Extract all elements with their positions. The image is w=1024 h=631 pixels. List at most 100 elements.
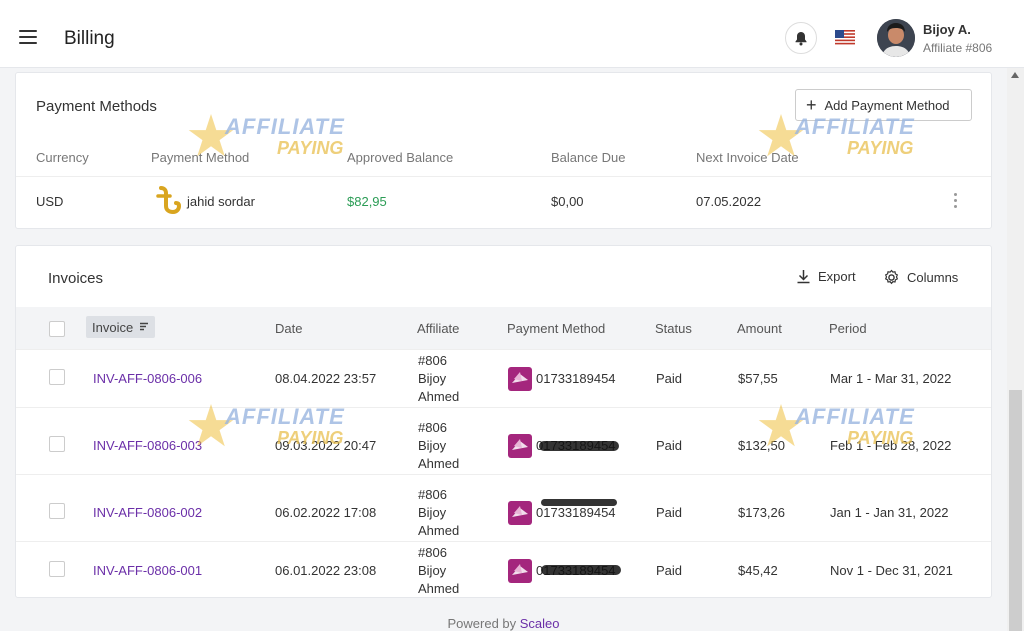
invoice-amount: $45,42: [738, 563, 778, 578]
affiliate-last-name: Ahmed: [418, 523, 460, 538]
bkash-icon: [508, 501, 532, 525]
export-button[interactable]: Export: [796, 269, 856, 284]
sort-invoice-header[interactable]: Invoice: [86, 316, 156, 338]
invoice-link[interactable]: INV-AFF-0806-006: [93, 371, 202, 386]
invoice-amount: $173,26: [738, 505, 785, 520]
payment-method-name: jahid sordar: [187, 194, 255, 209]
redaction-scribble: [541, 565, 621, 575]
us-flag-icon[interactable]: [835, 30, 855, 45]
header-amount[interactable]: Amount: [737, 321, 782, 336]
col-approved-balance: Approved Balance: [347, 150, 454, 165]
affiliate-cell: #806 Bijoy Ahmed: [418, 419, 459, 473]
affiliate-first-name: Bijoy: [418, 505, 447, 520]
taka-icon: [156, 186, 182, 215]
columns-label: Columns: [907, 270, 959, 285]
invoice-date: 06.01.2022 23:08: [275, 563, 377, 578]
download-icon: [797, 270, 810, 284]
header-invoice: Invoice: [92, 319, 134, 335]
columns-button[interactable]: Columns: [883, 269, 958, 286]
bkash-icon: [508, 434, 532, 458]
invoice-period: Jan 1 - Jan 31, 2022: [830, 505, 949, 520]
approved-balance-value: $82,95: [347, 194, 387, 209]
invoice-amount: $57,55: [738, 371, 778, 386]
header-payment-method[interactable]: Payment Method: [507, 321, 605, 336]
affiliate-id: #806: [418, 545, 447, 560]
invoices-title: Invoices: [48, 270, 104, 287]
row-checkbox[interactable]: [49, 369, 65, 385]
avatar[interactable]: [877, 19, 915, 57]
redaction-scribble: [541, 499, 617, 506]
status-badge: Paid: [656, 505, 683, 520]
footer-prefix: Powered by: [447, 616, 517, 631]
invoice-period: Nov 1 - Dec 31, 2021: [830, 563, 953, 578]
more-options-icon[interactable]: [954, 193, 958, 211]
bkash-icon: [508, 559, 532, 583]
header-affiliate[interactable]: Affiliate: [417, 321, 459, 336]
user-name[interactable]: Bijoy A.: [923, 22, 971, 37]
header-status[interactable]: Status: [655, 321, 692, 336]
col-balance-due: Balance Due: [551, 150, 626, 165]
page-title: Billing: [64, 28, 115, 49]
header-date[interactable]: Date: [275, 321, 302, 336]
table-header: Invoice Date Affiliate Payment Method St…: [16, 307, 991, 349]
export-label: Export: [818, 269, 856, 284]
status-badge: Paid: [656, 371, 683, 386]
scaleo-link[interactable]: Scaleo: [520, 616, 560, 631]
invoice-period: Feb 1 - Feb 28, 2022: [830, 438, 952, 453]
payment-number: 01733189454: [536, 505, 616, 520]
affiliate-last-name: Ahmed: [418, 581, 460, 596]
table-row[interactable]: INV-AFF-0806-002 06.02.2022 17:08 #806 B…: [16, 474, 991, 541]
scroll-up-arrow-icon[interactable]: [1011, 72, 1019, 78]
payment-methods-card: Payment Methods + Add Payment Method Cur…: [15, 72, 992, 229]
sort-icon: [140, 322, 149, 330]
status-badge: Paid: [656, 563, 683, 578]
header-period[interactable]: Period: [829, 321, 867, 336]
footer: Powered by Scaleo: [0, 616, 1007, 631]
invoice-date: 08.04.2022 23:57: [275, 371, 377, 386]
menu-icon[interactable]: [19, 30, 37, 44]
affiliate-id: #806: [418, 353, 447, 368]
app-header: Billing Bijoy A. Affiliate #806: [0, 0, 1024, 68]
currency-value: USD: [36, 194, 64, 209]
affiliate-first-name: Bijoy: [418, 563, 447, 578]
affiliate-first-name: Bijoy: [418, 438, 447, 453]
payment-number: 01733189454: [536, 371, 616, 386]
add-payment-method-button[interactable]: + Add Payment Method: [795, 89, 972, 121]
invoice-link[interactable]: INV-AFF-0806-003: [93, 438, 202, 453]
col-next-invoice-date: Next Invoice Date: [696, 150, 799, 165]
user-affiliate-id: Affiliate #806: [923, 41, 993, 55]
affiliate-id: #806: [418, 420, 447, 435]
invoice-link[interactable]: INV-AFF-0806-001: [93, 563, 202, 578]
table-row[interactable]: INV-AFF-0806-003 09.03.2022 20:47 #806 B…: [16, 407, 991, 474]
affiliate-cell: #806 Bijoy Ahmed: [418, 352, 459, 406]
redaction-scribble: [539, 441, 619, 451]
bell-icon: [795, 31, 807, 45]
invoices-card: Invoices Export Columns Invoice Date Aff…: [15, 245, 992, 598]
invoice-link[interactable]: INV-AFF-0806-002: [93, 505, 202, 520]
bkash-icon: [508, 367, 532, 391]
next-invoice-date-value: 07.05.2022: [696, 194, 762, 209]
invoice-date: 09.03.2022 20:47: [275, 438, 377, 453]
invoice-amount: $132,50: [738, 438, 785, 453]
affiliate-last-name: Ahmed: [418, 389, 460, 404]
row-checkbox[interactable]: [49, 503, 65, 519]
affiliate-cell: #806 Bijoy Ahmed: [418, 544, 460, 597]
affiliate-cell: #806 Bijoy Ahmed: [418, 486, 459, 540]
add-payment-method-label: Add Payment Method: [824, 97, 950, 113]
table-row[interactable]: INV-AFF-0806-006 08.04.2022 23:57 #806 B…: [16, 349, 991, 407]
notifications-button[interactable]: [785, 22, 817, 54]
invoice-period: Mar 1 - Mar 31, 2022: [830, 371, 952, 386]
row-checkbox[interactable]: [49, 436, 65, 452]
select-all-checkbox[interactable]: [49, 321, 65, 337]
payment-methods-title: Payment Methods: [36, 98, 157, 115]
row-checkbox[interactable]: [49, 561, 65, 577]
col-payment-method: Payment Method: [151, 150, 250, 165]
affiliate-id: #806: [418, 487, 447, 502]
affiliate-first-name: Bijoy: [418, 371, 447, 386]
table-row[interactable]: INV-AFF-0806-001 06.01.2022 23:08 #806 B…: [16, 541, 991, 597]
status-badge: Paid: [656, 438, 683, 453]
balance-due-value: $0,00: [551, 194, 584, 209]
affiliate-last-name: Ahmed: [418, 456, 460, 471]
scrollbar-thumb[interactable]: [1009, 390, 1022, 631]
col-currency: Currency: [36, 150, 89, 165]
